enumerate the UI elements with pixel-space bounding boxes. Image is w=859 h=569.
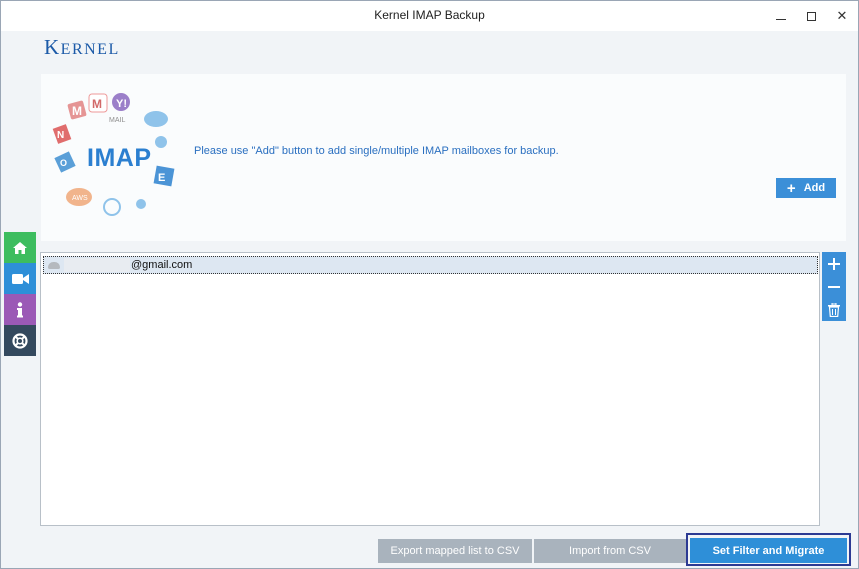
window-title: Kernel IMAP Backup	[374, 8, 485, 22]
nav-help-button[interactable]	[4, 325, 36, 356]
set-filter-migrate-button[interactable]: Set Filter and Migrate	[690, 538, 847, 563]
plus-icon	[828, 257, 840, 270]
cloud-icon	[48, 261, 60, 269]
minimize-icon	[776, 18, 786, 20]
banner-panel: M M Y! MAIL N O E AWS IMAP Please use "A…	[41, 74, 846, 241]
app-window: Kernel IMAP Backup ✕ KERNEL M M Y! MAIL …	[0, 0, 859, 569]
nav-home-button[interactable]	[4, 232, 36, 263]
list-action-bar	[822, 252, 846, 321]
delete-all-button[interactable]	[822, 298, 846, 321]
import-csv-button[interactable]: Import from CSV	[534, 539, 686, 563]
add-mailbox-button[interactable]: + Add	[776, 178, 836, 198]
instruction-text: Please use "Add" button to add single/mu…	[194, 145, 559, 157]
svg-text:MAIL: MAIL	[109, 117, 125, 124]
svg-text:O: O	[60, 158, 67, 168]
mailbox-row[interactable]: @gmail.com	[43, 256, 818, 274]
add-button-label: Add	[803, 182, 826, 194]
side-nav	[4, 232, 36, 356]
minus-icon	[828, 285, 840, 288]
minimize-button[interactable]	[769, 5, 793, 27]
info-icon	[17, 301, 23, 317]
plus-icon: +	[786, 179, 796, 197]
trash-icon	[828, 302, 840, 317]
close-button[interactable]: ✕	[830, 5, 854, 27]
nav-video-button[interactable]	[4, 263, 36, 294]
svg-text:N: N	[57, 130, 64, 141]
imap-providers-illustration: M M Y! MAIL N O E AWS IMAP	[49, 92, 189, 222]
close-icon: ✕	[836, 8, 848, 23]
redacted-username	[64, 258, 130, 272]
title-bar: Kernel IMAP Backup ✕	[1, 1, 858, 31]
video-camera-icon	[11, 273, 29, 284]
mailbox-account: @gmail.com	[131, 259, 193, 271]
kernel-logo: KERNEL	[44, 35, 120, 59]
nav-info-button[interactable]	[4, 294, 36, 325]
add-row-button[interactable]	[822, 252, 846, 275]
lifebuoy-icon	[12, 332, 28, 349]
svg-text:E: E	[158, 172, 165, 184]
imap-label: IMAP	[87, 144, 152, 172]
svg-text:AWS: AWS	[72, 195, 88, 202]
svg-text:M: M	[92, 97, 102, 111]
home-icon	[13, 241, 27, 254]
svg-text:M: M	[72, 104, 82, 118]
export-csv-button[interactable]: Export mapped list to CSV	[378, 539, 532, 563]
svg-text:Y!: Y!	[116, 98, 127, 110]
maximize-button[interactable]	[799, 5, 823, 27]
remove-row-button[interactable]	[822, 275, 846, 298]
mailbox-list[interactable]: @gmail.com	[40, 252, 820, 526]
maximize-icon	[806, 11, 816, 21]
